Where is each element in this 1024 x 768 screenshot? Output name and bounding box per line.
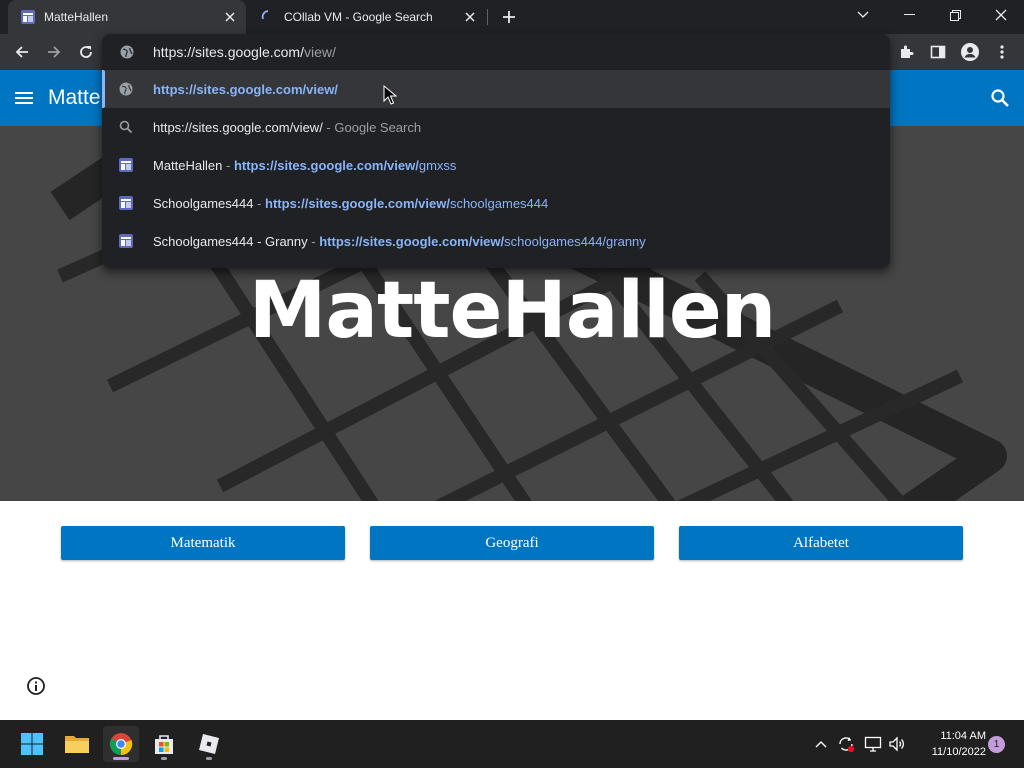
store-icon (155, 735, 173, 754)
close-window-button[interactable] (978, 0, 1024, 30)
restore-button[interactable] (932, 0, 978, 30)
tab-mattehallen[interactable]: MatteHallen (8, 0, 246, 34)
start-button[interactable] (14, 726, 50, 762)
volume-button[interactable] (886, 732, 908, 756)
running-app-indicator (161, 757, 167, 760)
microsoft-store-button[interactable] (146, 726, 182, 762)
omnibox-suggestion[interactable]: Schoolgames444 - https://sites.google.co… (102, 184, 890, 222)
tab-title: MatteHallen (44, 10, 109, 24)
extensions-icon[interactable] (892, 38, 920, 66)
suggestion-suffix: Google Search (334, 119, 422, 135)
globe-icon (118, 45, 136, 59)
geografi-button[interactable]: Geografi (370, 526, 654, 560)
minimize-button[interactable] (886, 0, 932, 30)
google-sites-icon (118, 233, 134, 249)
suggestion-title: https://sites.google.com/view/ (153, 119, 323, 135)
site-search-icon[interactable] (990, 88, 1010, 108)
profile-avatar-icon[interactable] (956, 38, 984, 66)
tab-title: COllab VM - Google Search (284, 10, 433, 24)
suggestion-url: https://sites.google.com/view/ (265, 195, 450, 211)
google-sites-icon (118, 195, 134, 211)
chevron-up-icon (815, 741, 827, 748)
omnibox-dropdown: https://sites.google.com/view/ https://s… (102, 34, 890, 268)
suggestion-url-path: schoolgames444 (449, 195, 549, 211)
hero-title: MatteHallen (248, 266, 777, 356)
omnibox-suggestion[interactable]: Schoolgames444 - Granny - https://sites.… (102, 222, 890, 260)
matematik-button[interactable]: Matematik (61, 526, 345, 560)
show-hidden-icons-button[interactable] (810, 732, 832, 756)
folder-icon (65, 736, 89, 753)
clock-time: 11:04 AM (940, 730, 986, 742)
google-sites-icon (20, 9, 36, 25)
omnibox-text: https://sites.google.com/view/ (153, 44, 336, 60)
suggestion-url-path: schoolgames444/granny (504, 233, 646, 249)
suggestion-separator: - (307, 233, 320, 249)
taskbar-clock[interactable]: 11:04 AM 11/10/2022 (912, 728, 986, 760)
mouse-cursor-icon (383, 85, 397, 105)
suggestion-title: Schoolgames444 (153, 195, 254, 211)
chrome-taskbar-button[interactable] (103, 726, 139, 762)
notification-badge[interactable]: 1 (988, 736, 1005, 753)
sync-icon (839, 737, 855, 753)
active-app-indicator (113, 757, 129, 760)
tab-search-button[interactable] (840, 0, 886, 30)
suggestion-url-path: gmxss (418, 157, 457, 173)
loading-spinner-icon (260, 9, 276, 25)
suggestion-title: Schoolgames444 - Granny (153, 233, 308, 249)
omnibox-input[interactable]: https://sites.google.com/view/ (102, 34, 890, 70)
globe-icon (118, 82, 134, 96)
tab-collab-vm[interactable]: COllab VM - Google Search (248, 0, 486, 34)
google-sites-icon (118, 157, 134, 173)
network-icon (864, 736, 882, 752)
hamburger-menu-icon[interactable] (14, 88, 34, 108)
tab-strip: MatteHallen COllab VM - Google Search (0, 0, 1024, 34)
roblox-button[interactable] (191, 726, 227, 762)
search-icon (118, 120, 134, 134)
sync-status-button[interactable] (835, 732, 857, 756)
omnibox-suggestion[interactable]: https://sites.google.com/view/ (102, 70, 890, 108)
suggestion-separator: - (322, 119, 335, 135)
network-button[interactable] (862, 732, 884, 756)
forward-button[interactable] (40, 38, 68, 66)
info-icon[interactable] (26, 676, 46, 696)
omnibox-suggestion[interactable]: https://sites.google.com/view/ - Google … (102, 108, 890, 146)
suggestion-url: https://sites.google.com/view/ (319, 233, 505, 249)
menu-kebab-icon[interactable] (988, 38, 1016, 66)
back-button[interactable] (8, 38, 36, 66)
suggestion-url: https://sites.google.com/view/ (153, 81, 338, 97)
tab-close-icon[interactable] (460, 7, 480, 27)
tab-separator (487, 9, 488, 25)
suggestion-title: MatteHallen (153, 157, 223, 173)
windows-logo-icon (21, 733, 43, 755)
side-panel-icon[interactable] (924, 38, 952, 66)
chrome-icon (110, 733, 133, 756)
speaker-icon (889, 736, 904, 752)
roblox-icon (199, 734, 219, 754)
site-header-title[interactable]: Matte (48, 86, 101, 110)
alfabetet-button[interactable]: Alfabetet (679, 526, 963, 560)
clock-date: 11/10/2022 (931, 746, 986, 758)
tab-close-icon[interactable] (220, 7, 240, 27)
file-explorer-button[interactable] (59, 726, 95, 762)
suggestion-separator: - (222, 157, 234, 173)
running-app-indicator (206, 757, 212, 760)
suggestion-separator: - (253, 195, 266, 211)
suggestion-url: https://sites.google.com/view/ (233, 157, 419, 173)
reload-button[interactable] (72, 38, 100, 66)
omnibox-suggestion[interactable]: MatteHallen - https://sites.google.com/v… (102, 146, 890, 184)
new-tab-button[interactable] (498, 6, 520, 28)
windows-taskbar: 11:04 AM 11/10/2022 (0, 720, 1024, 768)
